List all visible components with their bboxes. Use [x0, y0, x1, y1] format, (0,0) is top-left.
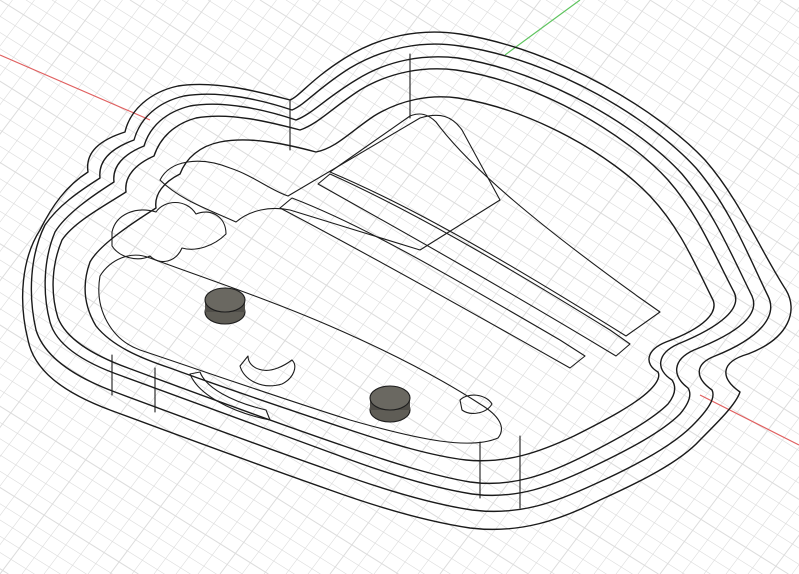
grid-line: [311, 0, 799, 305]
grid-line: [0, 470, 165, 574]
grid-line: [21, 0, 453, 574]
grid-line: [527, 212, 799, 574]
grid-line: [461, 124, 799, 574]
grid-line: [0, 0, 321, 429]
grid-line: [0, 210, 581, 574]
grid-line: [747, 505, 799, 574]
grid-line: [417, 65, 799, 574]
ground-grid: [0, 0, 799, 574]
grid-line: [25, 0, 799, 484]
grid-line: [351, 0, 783, 574]
grid-line: [753, 0, 799, 29]
grid-line: [0, 15, 799, 516]
grid-line: [545, 0, 799, 159]
grid-line: [779, 0, 799, 13]
grid-line: [0, 32, 799, 533]
grid-line: [307, 0, 739, 574]
grid-line: [519, 0, 799, 175]
grid-line: [0, 48, 799, 549]
grid-line: [87, 0, 519, 574]
x-axis-line: [0, 54, 151, 121]
viewport-canvas[interactable]: [0, 0, 799, 574]
grid-line: [415, 0, 799, 240]
grid-line: [0, 243, 529, 574]
grid-line: [0, 340, 373, 574]
eye-stud-left-top: [204, 287, 246, 313]
hat-band-outline: [159, 114, 501, 251]
grid-line: [233, 0, 799, 354]
grid-line: [395, 36, 799, 574]
outer-wall: [30, 43, 772, 513]
grid-line: [0, 0, 799, 500]
grid-line: [241, 0, 673, 574]
grid-line: [65, 0, 497, 574]
grid-line: [0, 0, 189, 252]
grid-line: [0, 64, 799, 565]
grid-line: [0, 0, 233, 311]
x-axis-line-right: [699, 394, 799, 446]
3d-viewport[interactable]: [0, 0, 799, 574]
grid-line: [197, 0, 629, 574]
grid-line: [0, 535, 61, 574]
grid-line: [0, 0, 13, 18]
grid-line: [791, 564, 799, 574]
nose-curve: [239, 355, 296, 387]
grid-line: [0, 373, 321, 574]
grid-line: [389, 0, 799, 257]
grid-line: [207, 0, 799, 370]
eye-stud-right-top: [369, 385, 411, 411]
